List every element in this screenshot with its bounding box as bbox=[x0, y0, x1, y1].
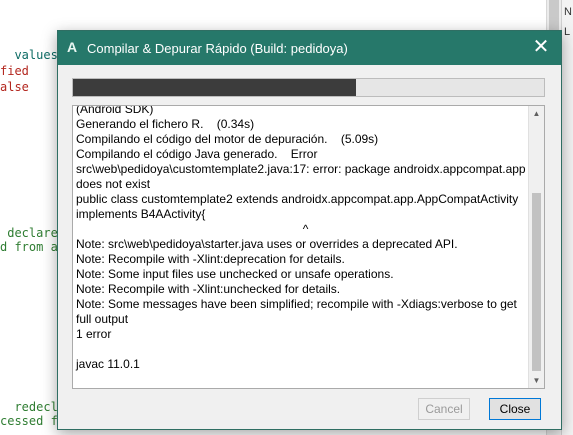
code-line: declare bbox=[0, 226, 58, 240]
log-line: Generando el fichero R. (0.34s) bbox=[76, 117, 255, 131]
editor-scroll-thumb[interactable] bbox=[549, 0, 559, 32]
build-log[interactable]: (Android SDK) Generando el fichero R. (0.… bbox=[72, 105, 545, 389]
log-line: public class customtemplate2 extends and… bbox=[76, 192, 522, 221]
scroll-up-icon[interactable]: ▲ bbox=[529, 106, 544, 121]
log-line: 1 error bbox=[76, 327, 112, 341]
log-line: ^ bbox=[76, 222, 309, 236]
code-line: cessed f bbox=[0, 414, 58, 428]
log-line: src\web\pedidoya\customtemplate2.java:17… bbox=[76, 162, 526, 191]
code-line: d from a bbox=[0, 240, 58, 254]
log-line: Note: Recompile with -Xlint:unchecked fo… bbox=[76, 282, 341, 296]
scroll-down-icon[interactable]: ▼ bbox=[529, 373, 544, 388]
code-line: alse bbox=[0, 80, 29, 94]
log-line: javac 11.0.1 bbox=[76, 357, 140, 371]
close-button[interactable]: Close bbox=[489, 398, 541, 420]
code-line: fied bbox=[0, 64, 29, 78]
build-log-text: (Android SDK) Generando el fichero R. (0.… bbox=[76, 105, 526, 372]
log-scrollbar[interactable]: ▲ ▼ bbox=[528, 106, 544, 388]
code-line: redecla bbox=[0, 400, 66, 414]
log-line: Note: Some messages have been simplified… bbox=[76, 297, 521, 326]
log-scroll-thumb[interactable] bbox=[532, 193, 541, 371]
log-line: Compilando el código Java generado. Erro… bbox=[76, 147, 318, 161]
log-line: Note: Recompile with -Xlint:deprecation … bbox=[76, 252, 345, 266]
progress-bar bbox=[72, 78, 545, 97]
log-line: Note: src\web\pedidoya\starter.java uses… bbox=[76, 237, 458, 251]
code-line: values: bbox=[0, 48, 66, 62]
close-icon[interactable]: ✕ bbox=[529, 35, 553, 59]
progress-bar-fill bbox=[73, 79, 356, 96]
side-panel-letter: N bbox=[564, 6, 572, 18]
dialog-title: Compilar & Depurar Rápido (Build: pedido… bbox=[87, 41, 348, 56]
dialog-titlebar[interactable]: A Compilar & Depurar Rápido (Build: pedi… bbox=[58, 31, 561, 65]
log-line: (Android SDK) bbox=[76, 105, 154, 116]
app-logo-icon: A bbox=[67, 39, 78, 55]
side-panel-letter: L bbox=[564, 26, 571, 38]
compile-dialog: A Compilar & Depurar Rápido (Build: pedi… bbox=[57, 30, 562, 430]
cancel-button[interactable]: Cancel bbox=[418, 398, 470, 420]
log-line: Compilando el código del motor de depura… bbox=[76, 132, 379, 146]
log-line: Note: Some input files use unchecked or … bbox=[76, 267, 394, 281]
